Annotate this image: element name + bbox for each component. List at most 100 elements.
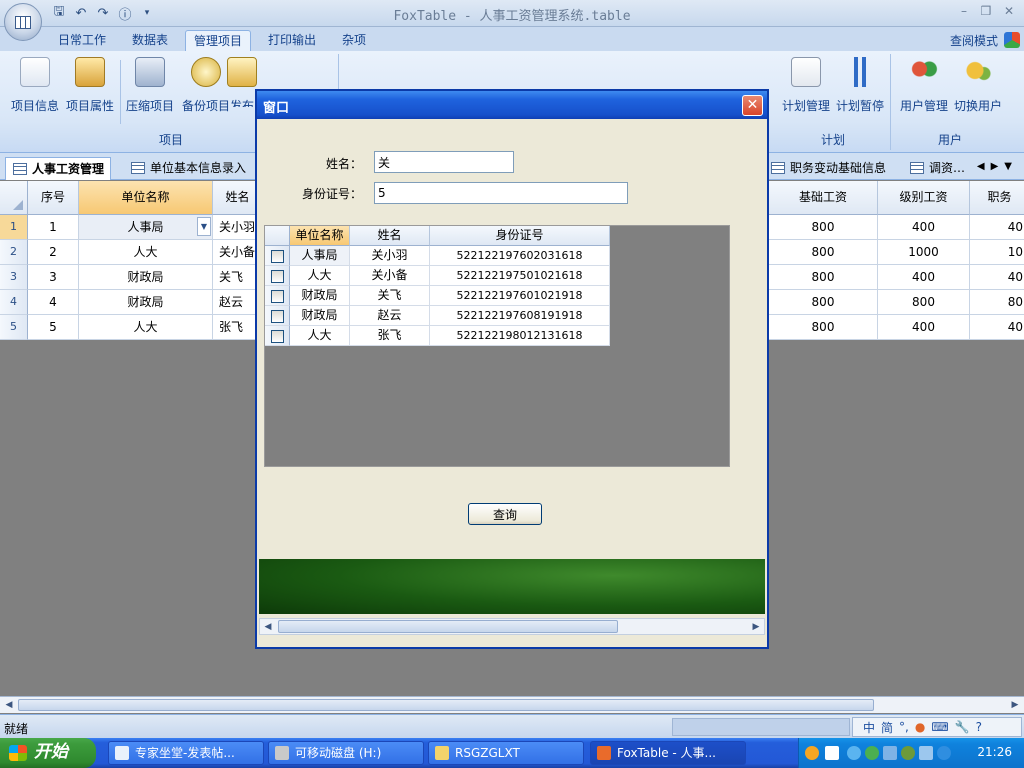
row-checkbox[interactable] <box>271 250 284 263</box>
tab-print-output[interactable]: 打印输出 <box>260 30 324 51</box>
table-cell[interactable]: 522122197608191918 <box>430 306 610 326</box>
table-cell[interactable]: 40 <box>970 265 1024 290</box>
table-cell[interactable]: 财政局 <box>79 290 213 315</box>
ime-punct-icon[interactable]: °, <box>899 720 909 734</box>
keyboard-icon[interactable]: ⌨ <box>931 720 948 734</box>
table-cell[interactable]: 400 <box>878 315 970 340</box>
clock[interactable]: 21:26 <box>977 745 1012 759</box>
tray-security-icon[interactable] <box>901 746 915 760</box>
table-cell[interactable]: 3 <box>28 265 79 290</box>
table-cell[interactable]: 40 <box>970 215 1024 240</box>
tab-misc[interactable]: 杂项 <box>334 30 374 51</box>
ime-simplified-icon[interactable]: 简 <box>881 719 893 736</box>
id-number-input[interactable] <box>374 182 628 204</box>
scroll-right-arrow[interactable]: ▶ <box>1007 698 1023 712</box>
table-cell[interactable]: 400 <box>878 265 970 290</box>
row-header[interactable]: 2 <box>0 240 28 265</box>
table-cell[interactable]: 522122197601021918 <box>430 286 610 306</box>
row-header[interactable]: 1 <box>0 215 28 240</box>
query-button[interactable]: 查询 <box>468 503 542 525</box>
tab-scroll-arrows[interactable]: ◀▶▼ <box>977 161 1018 172</box>
row-header[interactable] <box>265 326 290 346</box>
tray-display-icon[interactable] <box>883 746 897 760</box>
user-manage-button[interactable]: 用户管理 <box>896 57 952 113</box>
tab-personnel-salary[interactable]: 人事工资管理 <box>5 157 112 180</box>
table-cell[interactable]: 2 <box>28 240 79 265</box>
tray-chevron-icon[interactable] <box>847 746 861 760</box>
taskbar-item-removable-disk[interactable]: 可移动磁盘 (H:) <box>268 741 424 765</box>
close-button[interactable]: ✕ <box>1000 4 1018 20</box>
table-cell[interactable]: 800 <box>769 240 878 265</box>
table-cell[interactable]: 财政局 <box>79 265 213 290</box>
col-header-base-salary[interactable]: 基础工资 <box>769 181 878 215</box>
table-cell[interactable]: 4 <box>28 290 79 315</box>
tab-unit-info-entry[interactable]: 单位基本信息录入 <box>124 157 252 180</box>
scroll-thumb[interactable] <box>278 620 618 633</box>
row-header[interactable] <box>265 266 290 286</box>
scroll-thumb[interactable] <box>18 699 874 711</box>
view-mode-label[interactable]: 查阅模式 <box>950 32 998 49</box>
row-checkbox[interactable] <box>271 270 284 283</box>
table-cell[interactable]: 800 <box>878 290 970 315</box>
tab-data-table[interactable]: 数据表 <box>124 30 176 51</box>
table-cell[interactable]: 关小备 <box>350 266 430 286</box>
scroll-left-arrow[interactable]: ◀ <box>1 698 17 712</box>
dialog-close-button[interactable]: ✕ <box>742 95 763 116</box>
name-input[interactable] <box>374 151 514 173</box>
plan-pause-button[interactable]: 计划暂停 <box>832 57 888 113</box>
dialog-title-bar[interactable]: 窗口 ✕ <box>257 91 767 119</box>
row-checkbox[interactable] <box>271 330 284 343</box>
table-cell[interactable]: 人事局 <box>290 246 350 266</box>
table-cell[interactable]: 80 <box>970 290 1024 315</box>
row-header[interactable]: 4 <box>0 290 28 315</box>
table-cell[interactable]: 522122197602031618 <box>430 246 610 266</box>
table-cell[interactable]: 10 <box>970 240 1024 265</box>
col-header-seq[interactable]: 序号 <box>28 181 79 215</box>
wrench-icon[interactable]: 🔧 <box>955 720 970 734</box>
table-cell[interactable]: 人大 <box>79 315 213 340</box>
dialog-horizontal-scrollbar[interactable]: ◀ ▶ <box>259 618 765 635</box>
start-button[interactable]: 开始 <box>0 738 96 768</box>
users-icon[interactable] <box>1004 32 1020 48</box>
ime-halfwidth-icon[interactable]: ● <box>915 720 925 734</box>
row-header[interactable] <box>265 246 290 266</box>
chevron-down-icon[interactable]: ▼ <box>197 217 211 236</box>
table-cell[interactable]: 522122198012131618 <box>430 326 610 346</box>
grid-corner[interactable] <box>0 181 28 215</box>
row-header[interactable] <box>265 306 290 326</box>
grid-corner[interactable] <box>265 226 290 246</box>
switch-user-button[interactable]: 切换用户 <box>950 57 1006 113</box>
main-horizontal-scrollbar[interactable]: ◀ ▶ <box>0 696 1024 713</box>
plan-manage-button[interactable]: 计划管理 <box>778 57 834 113</box>
tray-volume-icon[interactable] <box>919 746 933 760</box>
scroll-left-arrow[interactable]: ◀ <box>260 620 276 634</box>
help-icon[interactable]: ? <box>976 720 982 734</box>
row-header[interactable]: 5 <box>0 315 28 340</box>
row-checkbox[interactable] <box>271 290 284 303</box>
taskbar-item-forum[interactable]: 专家坐堂-发表帖... <box>108 741 264 765</box>
table-cell[interactable]: 800 <box>769 290 878 315</box>
table-cell[interactable]: 40 <box>970 315 1024 340</box>
tray-ie-icon[interactable] <box>937 746 951 760</box>
app-menu-button[interactable] <box>4 3 42 41</box>
tab-manage-project[interactable]: 管理项目 <box>185 30 252 51</box>
minimize-button[interactable]: – <box>955 4 973 20</box>
row-checkbox[interactable] <box>271 310 284 323</box>
tray-help-icon[interactable] <box>825 746 839 760</box>
table-cell[interactable]: 财政局 <box>290 306 350 326</box>
project-info-button[interactable]: 项目信息 <box>7 57 63 113</box>
tray-network-icon[interactable] <box>865 746 879 760</box>
table-cell[interactable]: 赵云 <box>350 306 430 326</box>
table-cell[interactable]: 1000 <box>878 240 970 265</box>
restore-button[interactable]: ❒ <box>977 4 995 20</box>
table-cell[interactable]: 人大 <box>290 266 350 286</box>
col-header-id-number[interactable]: 身份证号 <box>430 226 610 246</box>
table-cell[interactable]: 5 <box>28 315 79 340</box>
taskbar-item-foxtable[interactable]: FoxTable - 人事... <box>590 741 746 765</box>
table-cell[interactable]: 关飞 <box>350 286 430 306</box>
table-cell[interactable]: 人大 <box>290 326 350 346</box>
table-cell[interactable]: 400 <box>878 215 970 240</box>
compress-project-button[interactable]: 压缩项目 <box>122 57 178 113</box>
scroll-right-arrow[interactable]: ▶ <box>748 620 764 634</box>
tab-duty-change-info[interactable]: 职务变动基础信息 <box>764 157 892 180</box>
